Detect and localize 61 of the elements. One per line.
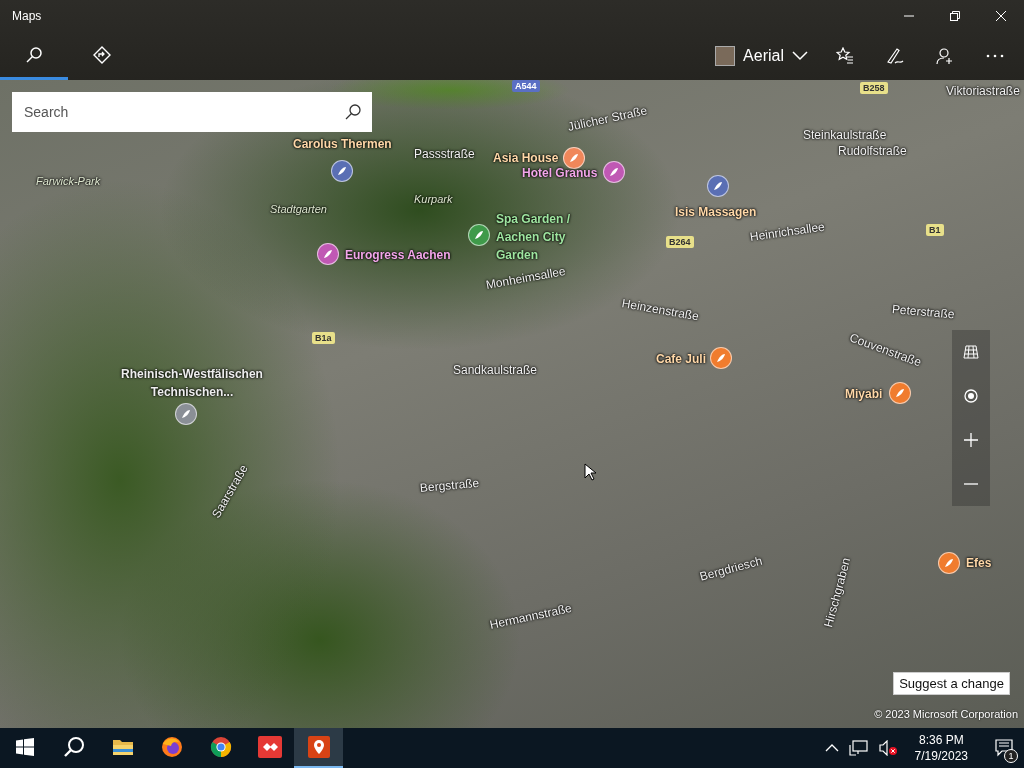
place-label[interactable]: Asia House xyxy=(493,151,559,165)
notification-count-badge: 1 xyxy=(1004,749,1018,763)
notifications-button[interactable]: 1 xyxy=(984,728,1024,768)
chevron-up-icon[interactable] xyxy=(824,743,839,753)
time-text: 8:36 PM xyxy=(918,732,964,748)
directions-icon xyxy=(93,45,111,64)
search-icon[interactable] xyxy=(344,103,362,121)
street-label: Rudolfstraße xyxy=(838,144,907,158)
search-field[interactable]: Search xyxy=(12,92,372,132)
copyright-text: © 2023 Microsoft Corporation xyxy=(874,708,1018,720)
street-label: Viktoriastraße xyxy=(946,84,1020,98)
map-pin-icon[interactable] xyxy=(331,160,353,182)
road-number-sign: A544 xyxy=(512,80,540,92)
search-icon xyxy=(25,45,43,64)
place-label[interactable]: Hotel Granus xyxy=(522,166,598,180)
map-pin-icon[interactable] xyxy=(938,552,960,574)
map-pin-icon[interactable] xyxy=(710,347,732,369)
street-label: Bergstraße xyxy=(419,475,480,495)
park-label: Farwick-Park xyxy=(36,175,101,187)
place-label[interactable]: Eurogress Aachen xyxy=(345,248,451,262)
map-pin-icon[interactable] xyxy=(317,243,339,265)
road-number-sign: B264 xyxy=(666,236,694,248)
street-label: Sandkaulstraße xyxy=(453,363,538,377)
caret-icon xyxy=(792,51,808,61)
street-label: Passstraße xyxy=(414,147,475,161)
map-pin-icon[interactable] xyxy=(603,161,625,183)
street-label: Jülicher Straße xyxy=(566,103,649,134)
place-label[interactable]: Isis Massagen xyxy=(675,205,757,219)
window-title: Maps xyxy=(12,9,42,23)
street-label: Monheimsallee xyxy=(484,264,567,292)
date-text: 7/19/2023 xyxy=(914,748,968,764)
network-icon[interactable] xyxy=(848,740,869,756)
road-number-sign: B1a xyxy=(312,332,335,344)
place-label[interactable]: Efes xyxy=(966,556,992,570)
place-label[interactable]: Miyabi xyxy=(845,387,883,401)
volume-muted-icon[interactable] xyxy=(878,740,899,756)
place-label[interactable]: Spa Garden / Aachen City Garden xyxy=(496,210,582,264)
mouse-cursor-icon xyxy=(584,463,596,481)
park-label: Stadtgarten xyxy=(270,203,327,215)
message-icon xyxy=(995,739,1013,757)
map-style-dropdown[interactable]: Aerial xyxy=(705,40,818,72)
place-label[interactable]: Cafe Juli xyxy=(656,352,706,366)
map-pin-icon[interactable] xyxy=(563,147,585,169)
street-label: Heinrichsallee xyxy=(749,219,826,244)
suggest-change-button[interactable]: Suggest a change xyxy=(893,672,1010,695)
close-icon xyxy=(995,10,1007,22)
place-label[interactable]: Rheinisch-Westfälischen Technischen... xyxy=(117,365,267,401)
park-label: Kurpark xyxy=(414,193,453,205)
restore-icon xyxy=(949,10,961,22)
road-number-sign: B1 xyxy=(926,224,944,236)
map-pin-icon[interactable] xyxy=(707,175,729,197)
place-label[interactable]: Carolus Thermen xyxy=(293,137,392,151)
street-label: Peterstraße xyxy=(891,302,956,322)
aerial-thumbnail-icon xyxy=(715,46,736,66)
street-label: Steinkaulstraße xyxy=(803,128,887,142)
map-pin-icon[interactable] xyxy=(468,224,490,246)
map-pin-icon[interactable] xyxy=(889,382,911,404)
clock[interactable]: 8:36 PM 7/19/2023 xyxy=(908,732,974,764)
road-number-sign: B258 xyxy=(860,82,888,94)
maps-taskbar-icon[interactable] xyxy=(294,728,343,768)
map-pin-icon[interactable] xyxy=(175,403,197,425)
